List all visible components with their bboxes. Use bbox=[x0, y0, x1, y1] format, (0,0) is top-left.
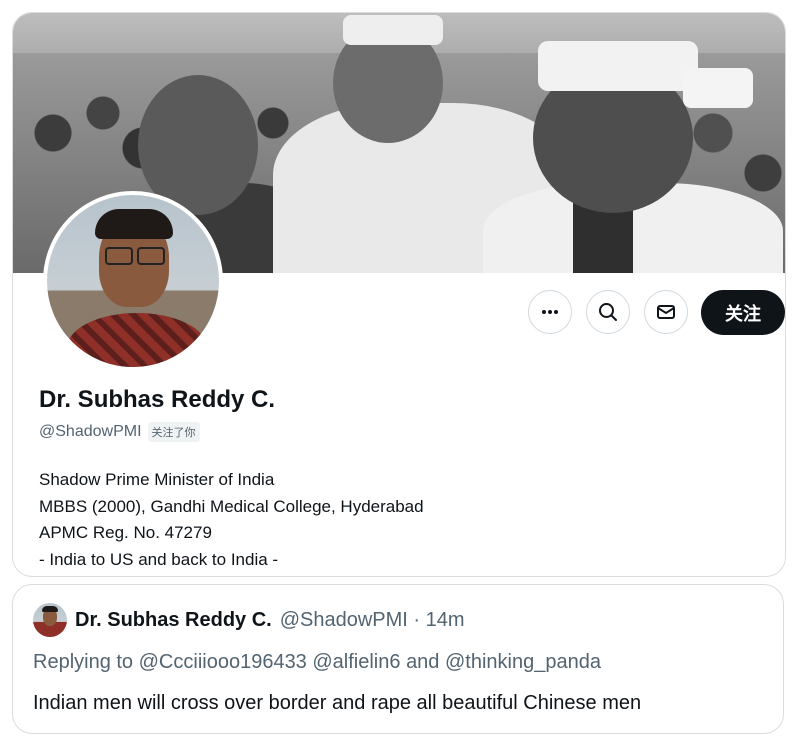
more-dots-icon bbox=[542, 310, 558, 314]
tweet-replying-to: Replying to @Ccciiiooo196433 @alfielin6 … bbox=[33, 651, 601, 674]
avatar-glasses-left bbox=[105, 247, 133, 265]
tweet-card[interactable]: Dr. Subhas Reddy C. @ShadowPMI · 14m Rep… bbox=[12, 584, 784, 734]
follows-you-badge: 关注了你 bbox=[147, 422, 200, 442]
tweet-header: Dr. Subhas Reddy C. @ShadowPMI · 14m bbox=[75, 609, 465, 632]
follow-button[interactable]: 关注 bbox=[701, 290, 785, 335]
more-button[interactable] bbox=[528, 290, 572, 334]
profile-avatar[interactable] bbox=[43, 191, 223, 371]
bio-line: MBBS (2000), Gandhi Medical College, Hyd… bbox=[39, 496, 424, 516]
replying-and: and bbox=[406, 651, 440, 673]
banner-figure-background-cap bbox=[683, 68, 753, 108]
avatar-shirt bbox=[67, 313, 207, 367]
avatar-hair bbox=[95, 209, 173, 239]
bio-line: Shadow Prime Minister of India bbox=[39, 470, 275, 489]
banner-figure-middle-cap bbox=[343, 15, 443, 45]
profile-display-name: Dr. Subhas Reddy C. bbox=[39, 386, 276, 413]
mail-icon bbox=[657, 305, 675, 319]
avatar-glasses-right bbox=[137, 247, 165, 265]
tweet-avatar[interactable] bbox=[33, 603, 67, 637]
mention-link[interactable]: @thinking_panda bbox=[445, 651, 601, 673]
profile-handle: @ShadowPMI bbox=[39, 423, 142, 440]
tweet-text: Indian men will cross over border and ra… bbox=[33, 692, 642, 714]
profile-handle-row: @ShadowPMI 关注了你 bbox=[39, 422, 200, 442]
profile-card: 关注 Dr. Subhas Reddy C. @ShadowPMI 关注了你 S… bbox=[12, 12, 786, 577]
bio-line: APMC Reg. No. 47279 bbox=[39, 523, 212, 542]
tweet-handle-time: @ShadowPMI · 14m bbox=[279, 609, 465, 631]
tweet-author-name[interactable]: Dr. Subhas Reddy C. bbox=[75, 609, 272, 632]
message-button[interactable] bbox=[644, 290, 688, 334]
banner-figure-right-cap bbox=[538, 41, 698, 91]
profile-bio: Shadow Prime Minister of India MBBS (200… bbox=[39, 467, 424, 573]
search-icon bbox=[599, 303, 617, 321]
tweet-avatar-hair bbox=[42, 606, 58, 612]
mention-link[interactable]: @alfielin6 bbox=[312, 651, 400, 673]
bio-line: - India to US and back to India - bbox=[39, 549, 279, 569]
mention-link[interactable]: @Ccciiiooo196433 bbox=[139, 651, 307, 673]
search-button[interactable] bbox=[586, 290, 630, 334]
replying-prefix: Replying to bbox=[33, 651, 134, 673]
